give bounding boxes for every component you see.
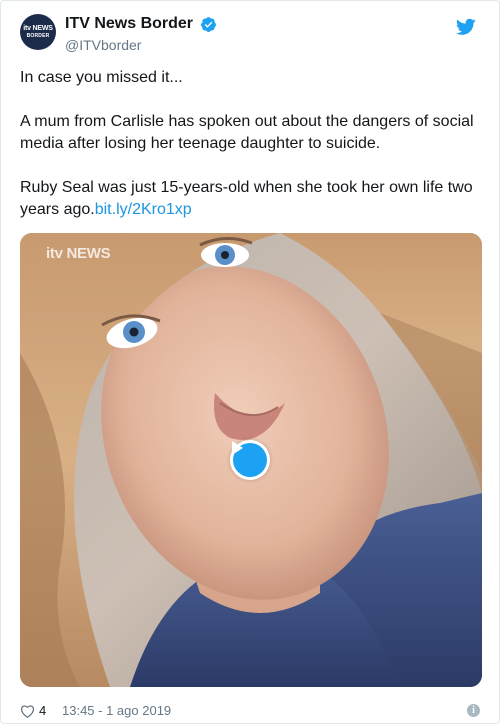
play-button[interactable] [230,440,270,480]
tweet-header: itv NEWS BORDER ITV News Border @ITVbord… [20,14,480,60]
tweet-link[interactable]: bit.ly/2Kro1xp [95,201,192,218]
like-count[interactable]: 4 [39,701,46,721]
video-thumbnail[interactable]: itv NEWS [20,233,482,687]
avatar[interactable]: itv NEWS BORDER [20,14,56,50]
tweet-footer: 4 13:45 - 1 ago 2019 i [20,701,480,721]
tweet-paragraph-2: A mum from Carlisle has spoken out about… [20,113,474,152]
verified-badge-icon [201,16,217,32]
twitter-bird-icon[interactable] [456,18,476,36]
heart-icon[interactable] [20,704,35,718]
tweet-paragraph-3: Ruby Seal was just 15-years-old when she… [20,177,482,221]
avatar-region-text: BORDER [26,33,50,39]
tweet-paragraph-3-text: Ruby Seal was just 15-years-old when she… [20,179,473,218]
author-names: ITV News Border @ITVborder [65,14,217,54]
author-display-name[interactable]: ITV News Border [65,14,193,34]
tweet-card: itv NEWS BORDER ITV News Border @ITVbord… [0,0,500,724]
author-handle[interactable]: @ITVborder [65,36,217,54]
itv-news-watermark: itv NEWS [46,245,111,262]
play-icon [232,441,243,455]
tweet-line-1: In case you missed it... [20,69,183,86]
avatar-logo-text: itv NEWS [23,25,53,32]
info-icon[interactable]: i [467,704,480,717]
play-button-circle [232,441,267,477]
tweet-timestamp[interactable]: 13:45 - 1 ago 2019 [62,701,171,721]
